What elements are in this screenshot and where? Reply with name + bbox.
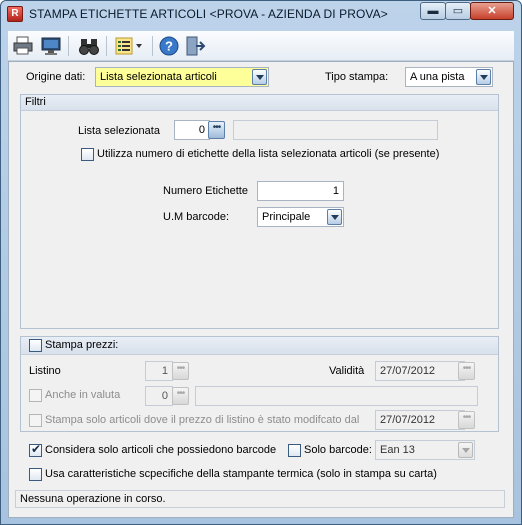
tipo-stampa-label: Tipo stampa: [325,71,389,83]
listino-input[interactable]: 1 [145,361,173,381]
status-bar: Nessuna operazione in corso. [15,490,505,508]
solo-modificati-date-input[interactable]: 27/07/2012 [375,410,465,430]
numero-etichette-input[interactable]: 1 [257,181,344,201]
validita-calendar-button[interactable]: ••• [458,362,475,380]
listino-label: Listino [29,365,61,377]
close-button[interactable]: ✕ [470,2,514,20]
printer-icon [13,36,33,55]
valuta-descrizione-field [195,386,478,406]
app-logo-icon: R [7,6,23,22]
help-button[interactable]: ? [158,35,180,57]
chevron-down-icon[interactable] [476,69,491,85]
lista-selezionata-input[interactable]: 0 [174,120,210,140]
ellipsis-icon: ••• [462,412,471,423]
utilizza-numero-checkbox[interactable] [81,148,94,161]
listino-lookup-button[interactable]: ••• [172,362,189,380]
help-icon: ? [159,36,179,56]
form-area: Origine dati: Lista selezionata articoli… [8,61,514,518]
origine-dati-value: Lista selezionata articoli [100,71,217,83]
stampa-prezzi-group: Stampa prezzi: Listino 1 ••• Validità 27… [20,336,499,432]
validita-input[interactable]: 27/07/2012 [375,361,465,381]
stampante-termica-checkbox[interactable] [29,468,42,481]
minimize-icon: ▬ [427,5,439,17]
ellipsis-icon: ••• [176,388,185,399]
chevron-down-icon[interactable] [327,209,342,225]
numero-etichette-value: 1 [332,185,339,197]
ellipsis-icon: ••• [176,363,185,374]
exit-icon [186,36,206,56]
valuta-input[interactable]: 0 [145,386,173,406]
svg-text:?: ? [165,39,173,54]
numero-etichette-label: Numero Etichette [163,185,248,197]
filtri-title: Filtri [25,96,46,108]
lista-selezionata-lookup-button[interactable]: ••• [208,121,225,139]
preview-button[interactable] [40,35,62,57]
maximize-button[interactable]: ▭ [445,2,471,20]
barcode-type-select[interactable]: Ean 13 [375,440,475,460]
barcode-type-value: Ean 13 [380,444,415,456]
anche-valuta-label: Anche in valuta [45,389,121,401]
stampa-prezzi-title: Stampa prezzi: [45,339,119,351]
solo-modificati-calendar-button[interactable]: ••• [458,411,475,429]
monitor-icon [41,37,61,55]
listino-value: 1 [161,365,168,377]
solo-modificati-checkbox[interactable] [29,414,42,427]
tipo-stampa-select[interactable]: A una pista [405,67,493,87]
minimize-button[interactable]: ▬ [420,2,446,20]
print-button[interactable] [12,35,34,57]
solo-barcode-label: Solo barcode: [304,444,372,456]
close-icon: ✕ [487,5,497,17]
um-barcode-select[interactable]: Principale [257,207,344,227]
validita-value: 27/07/2012 [380,365,436,377]
exit-button[interactable] [184,35,206,57]
anche-valuta-checkbox[interactable] [29,389,42,402]
toolbar-separator [152,36,153,56]
main-window: R STAMPA ETICHETTE ARTICOLI <PROVA - AZI… [0,0,522,525]
stampa-prezzi-checkbox[interactable] [29,339,42,352]
maximize-icon: ▭ [452,5,464,17]
status-text: Nessuna operazione in corso. [20,493,166,505]
ellipsis-icon: ••• [462,363,471,374]
checkmark-icon: ✔ [31,442,42,456]
search-button[interactable] [78,35,100,57]
stampa-prezzi-header: Stampa prezzi: [21,337,498,355]
solo-modificati-date-value: 27/07/2012 [380,414,436,426]
solo-modificati-label: Stampa solo articoli dove il prezzo di l… [45,414,360,426]
toolbar: ? [8,31,514,61]
tipo-stampa-value: A una pista [410,71,465,83]
filtri-group: Filtri Lista selezionata 0 ••• Utilizza … [20,94,499,329]
title-bar[interactable]: R STAMPA ETICHETTE ARTICOLI <PROVA - AZI… [1,1,521,27]
toolbar-separator [68,36,69,56]
considera-barcode-checkbox[interactable]: ✔ [29,442,42,457]
toolbar-separator [106,36,107,56]
solo-barcode-checkbox[interactable] [288,444,301,457]
lista-descrizione-field [233,120,438,140]
um-barcode-label: U.M barcode: [163,211,230,223]
valuta-lookup-button[interactable]: ••• [172,387,189,405]
filtri-header: Filtri [21,95,498,111]
binoculars-icon [79,39,99,55]
lista-selezionata-label: Lista selezionata [78,125,160,137]
validita-label: Validità [329,365,365,377]
utilizza-numero-label: Utilizza numero di etichette della lista… [97,148,440,160]
lista-selezionata-value: 0 [198,124,205,136]
list-options-icon [115,37,142,55]
origine-dati-select[interactable]: Lista selezionata articoli [95,67,269,87]
valuta-value: 0 [161,390,168,402]
chevron-down-icon[interactable] [458,442,473,458]
ellipsis-icon: ••• [212,122,221,133]
chevron-down-icon[interactable] [252,69,267,85]
stampante-termica-label: Usa caratteristiche scpecifiche della st… [45,468,437,480]
window-title: STAMPA ETICHETTE ARTICOLI <PROVA - AZIEN… [29,7,388,21]
um-barcode-value: Principale [262,211,311,223]
considera-barcode-label: Considera solo articoli che possiedono b… [45,444,277,456]
origine-dati-label: Origine dati: [26,71,86,83]
options-menu-button[interactable] [114,35,146,57]
